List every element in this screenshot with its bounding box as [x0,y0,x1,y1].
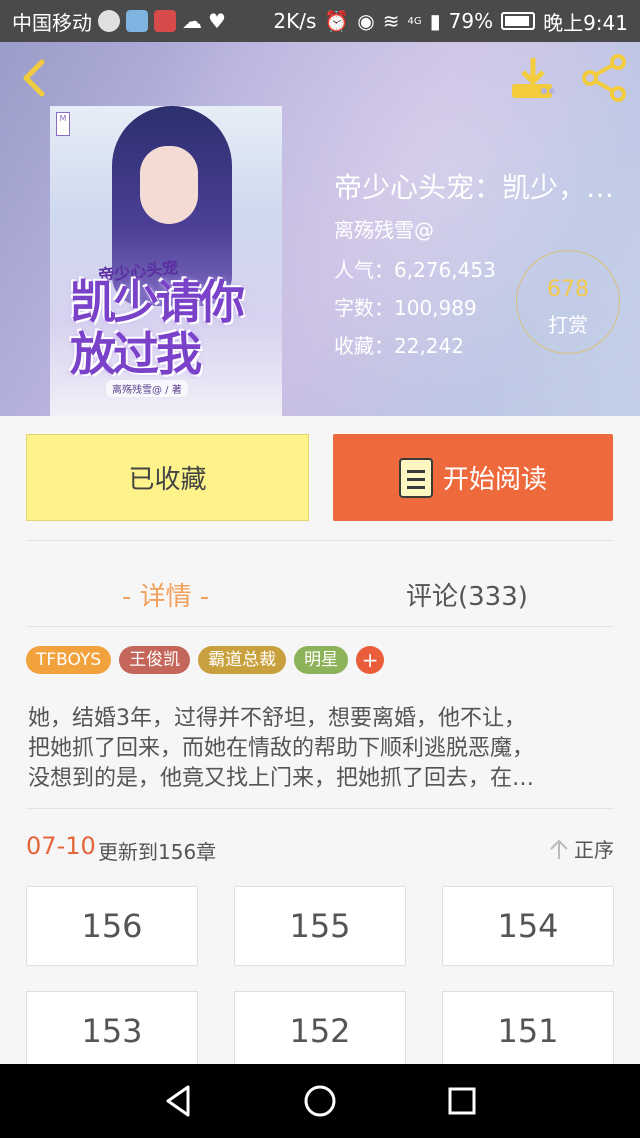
clock: 晚上9:41 [543,10,628,35]
favorites-value: 22,242 [394,334,464,358]
wifi-icon: ≋ [382,9,400,33]
status-bar: 中国移动 ☁ ♥ 2K/s ⏰ ◉ ≋ 4G ▮ 79% 晚上9:41 [0,0,640,42]
tag-list: TFBOYS 王俊凯 霸道总裁 明星 + [26,646,385,674]
update-text: 更新到156章 [98,840,217,864]
battery-icon [501,12,536,30]
system-nav-bar [0,1064,640,1138]
wechat-icon: ☁ [182,9,202,33]
update-date: 07-10 [26,832,96,860]
nav-home-button[interactable] [300,1081,340,1121]
signal-icon: ▮ [429,9,441,33]
carrier-name: 中国移动 [12,10,92,35]
download-icon [512,58,555,98]
tab-comments[interactable]: 评论(333) [406,576,528,613]
synopsis-line: 没想到的是，他竟又找上门来，把她抓了回去，在… [28,766,535,791]
popularity-stat: 人气：6,276,453 [334,254,496,283]
tag-wang-junkai[interactable]: 王俊凯 [119,646,191,674]
cover-face [140,146,198,224]
collected-button[interactable]: 已收藏 [26,434,309,521]
chapter-item[interactable]: 155 [234,886,406,966]
tag-domineering-ceo[interactable]: 霸道总裁 [198,646,287,674]
favorites-stat: 收藏：22,242 [334,330,464,359]
chapter-item[interactable]: 156 [26,886,198,966]
nav-back-button[interactable] [158,1081,198,1121]
favorites-label: 收藏： [334,334,394,358]
collected-label: 已收藏 [128,465,207,495]
cover-author: 离殇残雪@ / 著 [106,380,188,397]
tag-tfboys[interactable]: TFBOYS [26,646,112,674]
download-button[interactable] [508,54,558,102]
tab-bar: - 详情 - 评论(333) [0,556,640,626]
word-count-value: 100,989 [394,296,477,320]
popularity-label: 人气： [334,258,394,282]
divider [26,808,614,809]
reward-count: 678 [547,277,589,302]
divider [26,540,614,541]
reward-label: 打赏 [548,313,588,337]
chapter-item[interactable]: 152 [234,991,406,1071]
sort-label: 正序 [574,838,614,862]
battery-percent: 79% [448,9,494,33]
tab-detail[interactable]: - 详情 - [122,576,209,613]
book-header: M 帝少心头宠 凯少请你放过我 离殇残雪@ / 著 帝少心头宠：凯少，… 离殇残… [0,42,640,416]
huawei-app-icon [154,10,176,32]
network-speed: 2K/s [273,9,317,33]
chapter-item[interactable]: 154 [442,886,614,966]
start-reading-button[interactable]: 开始阅读 [333,434,613,521]
book-title: 帝少心头宠：凯少，… [334,171,615,204]
update-info: 07-10 更新到156章 正序 [26,828,614,868]
chapter-item[interactable]: 153 [26,991,198,1071]
gallery-app-icon [126,10,148,32]
book-cover[interactable]: M 帝少心头宠 凯少请你放过我 离殇残雪@ / 著 [50,106,282,416]
word-count-stat: 字数：100,989 [334,292,477,321]
eye-icon: ◉ [357,9,375,33]
nav-recents-button[interactable] [442,1081,482,1121]
alarm-icon: ⏰ [324,9,350,33]
popularity-value: 6,276,453 [394,258,496,282]
book-detail: 已收藏 开始阅读 - 详情 - 评论(333) TFBOYS 王俊凯 霸道总裁 … [0,416,640,1071]
arrow-up-icon [550,839,568,859]
health-icon: ♥ [208,9,226,33]
chapter-item[interactable]: 151 [442,991,614,1071]
book-author[interactable]: 离殇残雪@ [334,214,434,243]
back-button[interactable] [14,56,58,100]
publisher-badge: M [56,112,70,136]
book-icon [398,457,433,498]
reward-button[interactable]: 678 打赏 [516,250,620,354]
tag-celebrity[interactable]: 明星 [294,646,349,674]
circle-home-icon [304,1085,336,1117]
share-button[interactable] [580,54,630,102]
add-tag-button[interactable]: + [356,646,385,674]
sort-toggle[interactable]: 正序 [548,834,614,863]
cover-big-title: 凯少请你放过我 [70,275,245,381]
network-type: 4G [407,15,422,27]
synopsis-line: 她，结婚3年，过得并不舒坦，想要离婚，他不让， [28,706,526,731]
share-icon [582,54,626,102]
browser-app-icon [98,10,120,32]
synopsis-line: 把她抓了回来，而她在情敌的帮助下顺利逃脱恶魔， [28,736,535,761]
square-recents-icon [448,1087,476,1115]
chevron-left-icon [23,59,45,97]
word-count-label: 字数： [334,296,394,320]
triangle-back-icon [166,1085,190,1117]
start-reading-label: 开始阅读 [442,465,547,495]
synopsis[interactable]: 她，结婚3年，过得并不舒坦，想要离婚，他不让， 把她抓了回来，而她在情敌的帮助下… [28,704,614,794]
divider [26,626,614,627]
action-buttons: 已收藏 开始阅读 [0,434,640,522]
